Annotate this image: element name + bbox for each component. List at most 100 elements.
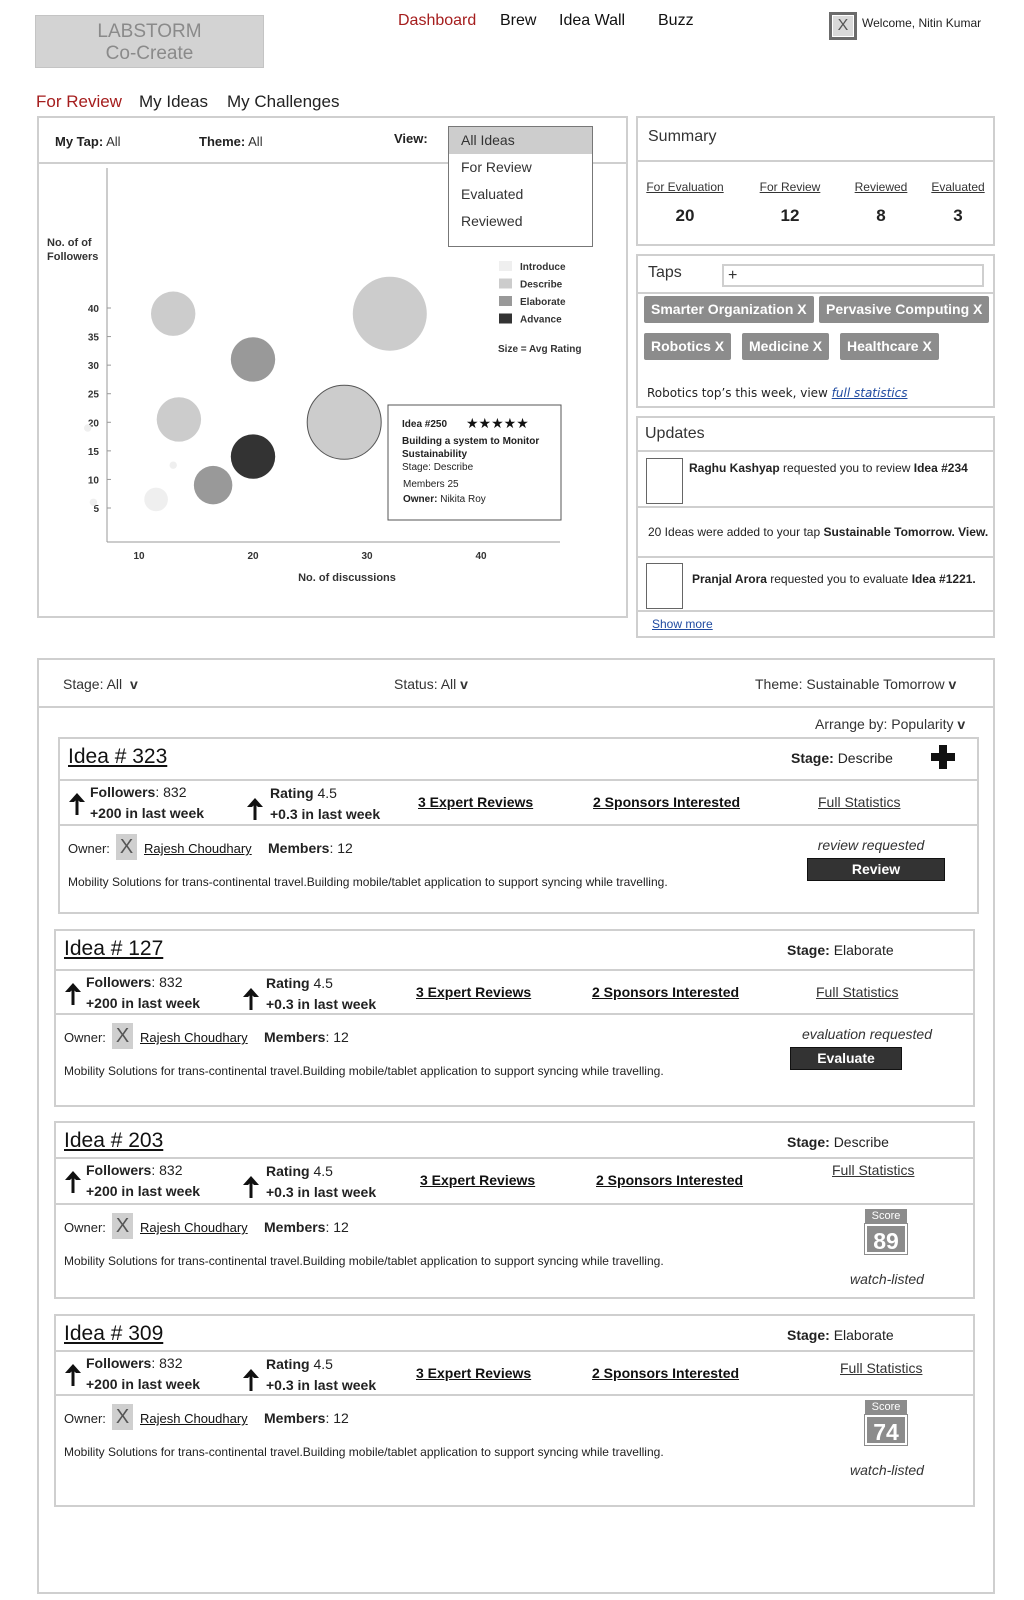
theme-label: Theme:	[199, 134, 246, 149]
tab-my-ideas[interactable]: My Ideas	[139, 92, 208, 112]
stage-label: Stage:	[787, 942, 830, 958]
bubble-point	[144, 487, 168, 512]
full-statistics-link[interactable]: Full Statistics	[832, 1162, 914, 1178]
expert-reviews-link[interactable]: 3 Expert Reviews	[420, 1172, 535, 1188]
summary-for-review[interactable]: For Review 12	[757, 180, 823, 226]
view-option-evaluated[interactable]: Evaluated	[449, 181, 592, 208]
tab-for-review[interactable]: For Review	[36, 92, 122, 112]
show-more-link[interactable]: Show more	[652, 617, 713, 631]
sponsors-link[interactable]: 2 Sponsors Interested	[592, 1365, 739, 1381]
expert-reviews-link[interactable]: 3 Expert Reviews	[416, 1365, 531, 1381]
nav-dashboard[interactable]: Dashboard	[398, 12, 476, 30]
my-tap-filter[interactable]: My Tap: All	[55, 134, 121, 149]
nav-idea-wall[interactable]: Idea Wall	[559, 12, 625, 30]
update-text: 20 Ideas were added to your tap Sustaina…	[648, 525, 988, 540]
nav-brew[interactable]: Brew	[500, 12, 536, 30]
idea-title[interactable]: Idea # 127	[64, 937, 163, 961]
update-view-link[interactable]: View.	[955, 525, 988, 539]
chevron-down-icon: v	[129, 676, 138, 692]
rating-value: 4.5	[313, 785, 337, 801]
view-dropdown[interactable]: All Ideas For Review Evaluated Reviewed	[448, 126, 593, 247]
summary-panel: Summary For Evaluation 20 For Review 12 …	[636, 116, 995, 246]
logo[interactable]: LABSTORM Co-Create	[35, 15, 264, 68]
tap-tag-smarter-organization[interactable]: Smarter Organization X	[644, 296, 814, 323]
tap-tag-pervasive-computing[interactable]: Pervasive Computing X	[819, 296, 990, 323]
summary-evaluated[interactable]: Evaluated 3	[928, 180, 988, 226]
review-button[interactable]: Review	[807, 858, 945, 881]
divider	[56, 1350, 973, 1352]
owner-name-link[interactable]: Rajesh Choudhary	[144, 841, 252, 856]
tab-my-challenges[interactable]: My Challenges	[227, 92, 339, 112]
summary-reviewed[interactable]: Reviewed 8	[848, 180, 914, 226]
idea-description: Mobility Solutions for trans-continental…	[64, 1064, 664, 1078]
sponsors-link[interactable]: 2 Sponsors Interested	[592, 984, 739, 1000]
user-avatar[interactable]: X	[829, 12, 857, 40]
owner-label: Owner:	[68, 841, 110, 856]
followers-value: : 832	[151, 1162, 183, 1178]
rating-delta: +0.3 in last week	[266, 996, 377, 1012]
full-statistics-link[interactable]: full statistics	[832, 386, 908, 400]
update-user[interactable]: Pranjal Arora	[692, 572, 767, 586]
expert-reviews-link[interactable]: 3 Expert Reviews	[418, 794, 533, 810]
arrow-up-icon	[64, 1363, 82, 1387]
tooltip-owner: Owner: Nikita Roy	[403, 494, 486, 505]
members-count: Members: 12	[264, 1410, 349, 1426]
view-option-for-review[interactable]: For Review	[449, 154, 592, 181]
score-value: 89	[864, 1223, 908, 1255]
arrow-up-icon	[242, 1368, 260, 1392]
full-statistics-link[interactable]: Full Statistics	[840, 1360, 922, 1376]
expert-reviews-link[interactable]: 3 Expert Reviews	[416, 984, 531, 1000]
divider	[56, 1203, 973, 1205]
idea-title[interactable]: Idea # 323	[68, 745, 167, 769]
score-value: 74	[864, 1414, 908, 1446]
legend-swatch	[499, 296, 512, 306]
bubble-point	[193, 465, 233, 505]
bubble-point	[151, 291, 196, 336]
full-statistics-link[interactable]: Full Statistics	[818, 794, 900, 810]
owner-name-link[interactable]: Rajesh Choudhary	[140, 1030, 248, 1045]
add-plus-icon[interactable]	[931, 745, 955, 769]
rating-delta: +0.3 in last week	[270, 806, 381, 822]
owner-name-link[interactable]: Rajesh Choudhary	[140, 1220, 248, 1235]
sponsors-link[interactable]: 2 Sponsors Interested	[593, 794, 740, 810]
update-idea-link[interactable]: Idea #1221.	[912, 572, 976, 586]
x-tick-label: 10	[133, 551, 145, 562]
update-idea-link[interactable]: Idea #234	[914, 461, 968, 475]
status-filter[interactable]: Status: All v	[394, 676, 468, 692]
tooltip-title-line2: Sustainability	[402, 449, 467, 460]
followers-label: Followers	[86, 974, 152, 990]
nav-buzz[interactable]: Buzz	[658, 12, 694, 30]
update-text: Raghu Kashyap requested you to review Id…	[689, 461, 968, 476]
members-label: Members	[264, 1410, 326, 1426]
arrange-by-label: Arrange by: Popularity	[815, 716, 954, 732]
arrange-by-dropdown[interactable]: Arrange by: Popularity v	[815, 716, 965, 732]
tap-tag-medicine[interactable]: Medicine X	[742, 333, 830, 360]
rating-label: Rating	[270, 785, 314, 801]
idea-title[interactable]: Idea # 203	[64, 1129, 163, 1153]
sponsors-link[interactable]: 2 Sponsors Interested	[596, 1172, 743, 1188]
welcome-text: Welcome, Nitin Kumar	[862, 16, 982, 30]
update-user[interactable]: Raghu Kashyap	[689, 461, 780, 475]
view-option-all-ideas[interactable]: All Ideas	[449, 127, 592, 154]
tap-tag-robotics[interactable]: Robotics X	[644, 333, 732, 360]
view-option-reviewed[interactable]: Reviewed	[449, 208, 592, 235]
owner-avatar-placeholder-icon: X	[112, 1213, 133, 1239]
update-tap-link[interactable]: Sustainable Tomorrow.	[823, 525, 954, 539]
stage-filter[interactable]: Stage: All v	[63, 676, 138, 692]
members-count: Members: 12	[268, 840, 353, 856]
summary-for-evaluation[interactable]: For Evaluation 20	[644, 180, 726, 226]
status-filter-label: Status: All	[394, 676, 457, 692]
theme-filter[interactable]: Theme: All	[199, 134, 263, 149]
logo-line-1: LABSTORM	[97, 21, 202, 42]
idea-title[interactable]: Idea # 309	[64, 1322, 163, 1346]
full-statistics-link[interactable]: Full Statistics	[816, 984, 898, 1000]
bubble-point	[156, 397, 202, 442]
evaluate-button[interactable]: Evaluate	[790, 1047, 902, 1070]
theme-filter-bottom[interactable]: Theme: Sustainable Tomorrow v	[755, 676, 956, 692]
owner-name-link[interactable]: Rajesh Choudhary	[140, 1411, 248, 1426]
show-more-row: Show more	[638, 610, 993, 636]
add-tap-input[interactable]: +	[722, 264, 984, 287]
owner-avatar-placeholder-icon: X	[112, 1023, 133, 1049]
tap-tag-healthcare[interactable]: Healthcare X	[840, 333, 939, 360]
rating-delta: +0.3 in last week	[266, 1184, 377, 1200]
